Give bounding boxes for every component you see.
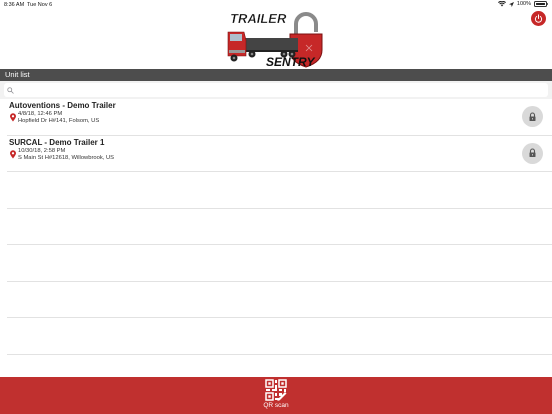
empty-row [7, 282, 552, 318]
lock-button[interactable] [522, 106, 543, 127]
empty-row [7, 172, 552, 209]
unit-row[interactable]: SURCAL - Demo Trailer 1 10/30/18, 2:58 P… [7, 136, 552, 172]
search-input[interactable] [17, 86, 537, 94]
location-arrow-icon [508, 1, 514, 7]
logo-text-bottom: SENTRY [266, 55, 315, 68]
status-bar: 8:36 AM Tue Nov 6 100% [0, 0, 552, 10]
trailer-sentry-logo: TRAILER SENTRY [227, 11, 323, 68]
empty-row [7, 209, 552, 245]
unit-name: Autoventions - Demo Trailer [9, 101, 116, 110]
search-container [0, 81, 552, 99]
location-pin-icon [10, 149, 16, 158]
section-title: Unit list [5, 70, 30, 79]
battery-icon [534, 1, 549, 7]
qr-scan-label: QR scan [263, 402, 289, 409]
unit-name: SURCAL - Demo Trailer 1 [9, 137, 105, 147]
search-icon [7, 86, 14, 94]
status-indicators: 100% [497, 1, 549, 7]
logo-text-top: TRAILER [230, 11, 287, 26]
app-header: TRAILER SENTRY [0, 10, 552, 69]
wifi-icon [497, 1, 506, 7]
status-time: 8:36 AM [4, 2, 25, 8]
unit-address: Hopfield Dr H#141, Folsom, US [18, 118, 100, 124]
power-icon [534, 14, 543, 23]
empty-row [7, 245, 552, 282]
unit-timestamp: 10/30/18, 2:58 PM [18, 147, 66, 154]
unit-timestamp: 4/8/18, 12:46 PM [18, 111, 63, 117]
battery-percent: 100% [516, 1, 531, 7]
location-pin-icon [10, 113, 16, 122]
search-box[interactable] [4, 83, 548, 97]
status-date: Tue Nov 6 [27, 2, 53, 8]
unit-row[interactable]: Autoventions - Demo Trailer 4/8/18, 12:4… [7, 99, 552, 136]
unit-address: S Main St H#12618, Willowbrook, US [18, 154, 115, 161]
power-button[interactable] [531, 11, 546, 26]
section-title-bar: Unit list [0, 69, 552, 81]
qr-code-icon [265, 379, 287, 401]
unit-list: Autoventions - Demo Trailer 4/8/18, 12:4… [0, 99, 552, 355]
lock-icon [529, 148, 536, 157]
bottom-action-bar: QR scan [0, 377, 552, 414]
empty-row [7, 318, 552, 355]
lock-icon [529, 111, 536, 121]
lock-button[interactable] [522, 142, 543, 164]
qr-scan-button[interactable]: QR scan [256, 379, 296, 413]
